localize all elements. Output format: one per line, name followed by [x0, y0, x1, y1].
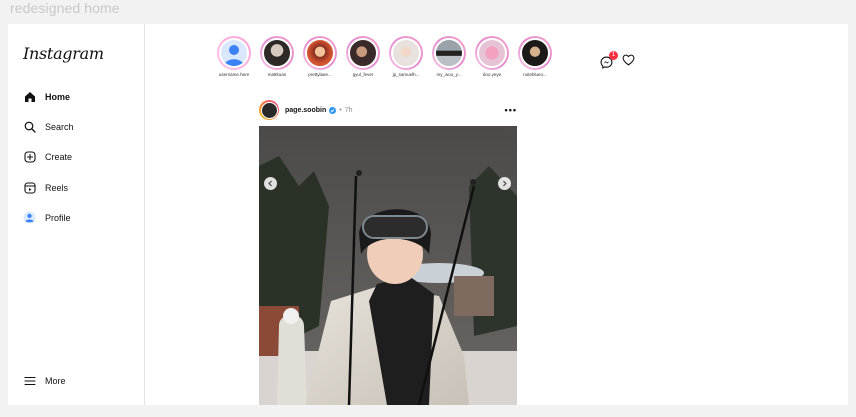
- sidebar-item-home[interactable]: Home: [23, 90, 70, 103]
- header-actions: 1: [600, 50, 635, 71]
- messages-button[interactable]: 1: [600, 50, 618, 69]
- post-separator: •: [339, 106, 342, 114]
- home-icon: [23, 90, 36, 103]
- menu-icon: [23, 374, 36, 387]
- create-icon: [23, 150, 36, 163]
- story-item[interactable]: username.here: [217, 36, 251, 77]
- frame-label: redesigned home: [10, 0, 120, 16]
- avatar: [477, 38, 507, 68]
- verified-badge-icon: [329, 106, 337, 114]
- post-author-avatar[interactable]: [259, 100, 279, 120]
- story-item[interactable]: gyul_fever: [346, 36, 380, 77]
- sidebar-item-search[interactable]: Search: [23, 120, 74, 133]
- post-photo[interactable]: [259, 126, 517, 405]
- sidebar-item-more[interactable]: More: [23, 374, 66, 387]
- sidebar-item-label: Search: [45, 121, 74, 132]
- chevron-left-icon: [268, 180, 272, 187]
- story-username: username.here: [218, 72, 250, 77]
- story-item[interactable]: prettylaee...: [303, 36, 337, 77]
- main-feed: username.here mattkuan prettylaee... gyu…: [145, 24, 848, 405]
- story-item[interactable]: my_woo_y...: [432, 36, 466, 77]
- story-username: my_woo_y...: [436, 72, 462, 77]
- avatar: [224, 45, 244, 66]
- post-more-button[interactable]: •••: [505, 105, 517, 115]
- heart-icon: [622, 54, 635, 66]
- sidebar-item-label: Profile: [45, 212, 71, 223]
- story-username: gyul_fever: [352, 72, 374, 77]
- story-item[interactable]: jp_samuelh...: [389, 36, 423, 77]
- sidebar-item-label: Home: [45, 91, 71, 102]
- story-username: mattkuan: [267, 72, 287, 77]
- story-item[interactable]: mattkuan: [260, 36, 294, 77]
- unread-badge: 1: [609, 50, 618, 60]
- instagram-logo[interactable]: Instagram: [23, 44, 104, 63]
- avatar: [262, 38, 292, 68]
- post-header: page.soobin • 7h •••: [259, 99, 517, 121]
- chevron-right-icon: [503, 180, 507, 187]
- story-username: noteblueo...: [523, 72, 547, 77]
- carousel-next-button[interactable]: [498, 177, 511, 190]
- avatar: [305, 38, 335, 68]
- story-username: jp_samuelh...: [392, 72, 420, 77]
- stories-tray: username.here mattkuan prettylaee... gyu…: [217, 36, 552, 77]
- reels-icon: [23, 181, 36, 194]
- sidebar-item-create[interactable]: Create: [23, 150, 72, 163]
- post-username[interactable]: page.soobin: [285, 107, 326, 114]
- sidebar-item-reels[interactable]: Reels: [23, 181, 68, 194]
- sidebar-item-label: Reels: [45, 182, 69, 193]
- sidebar: Instagram Home Search Create Reels Profi…: [8, 24, 145, 405]
- sidebar-item-label: Create: [45, 151, 73, 162]
- notifications-button[interactable]: [622, 53, 635, 71]
- post-timestamp: 7h: [344, 106, 353, 114]
- avatar: [520, 38, 550, 68]
- post-image: [259, 126, 517, 405]
- story-username: prettylaee...: [308, 72, 332, 77]
- avatar: [391, 38, 421, 68]
- sidebar-item-profile[interactable]: Profile: [23, 211, 71, 224]
- avatar: [348, 38, 378, 68]
- story-username: doo.yeye: [482, 72, 502, 77]
- avatar: [434, 38, 464, 68]
- story-item[interactable]: doo.yeye: [475, 36, 509, 77]
- sidebar-item-label: More: [45, 375, 66, 386]
- profile-icon: [23, 211, 36, 224]
- story-item[interactable]: noteblueo...: [518, 36, 552, 77]
- carousel-prev-button[interactable]: [264, 177, 277, 190]
- instagram-app: Instagram Home Search Create Reels Profi…: [8, 24, 848, 405]
- search-icon: [23, 120, 36, 133]
